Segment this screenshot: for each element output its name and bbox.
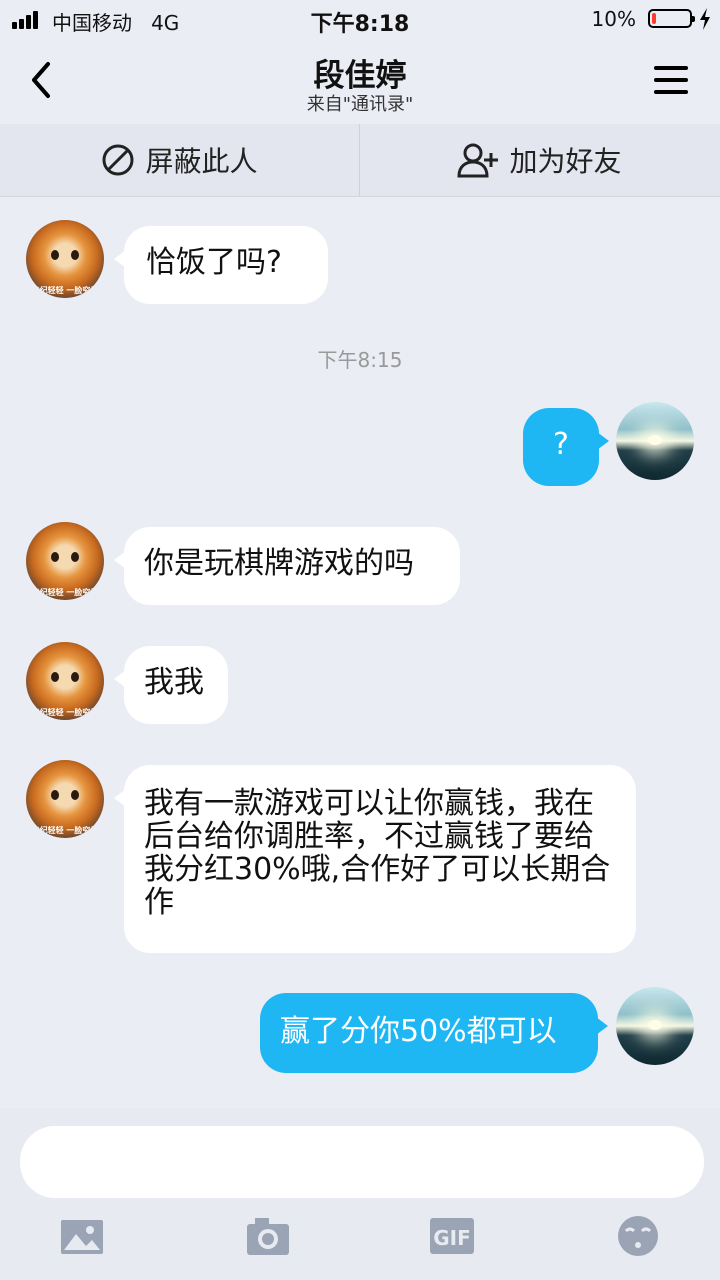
message-bubble-received[interactable]: 恰饭了吗? (114, 226, 328, 304)
message-bubble-received[interactable]: 我有一款游戏可以让你赢钱，我在后台给你调胜率，不过赢钱了要给我分红30%哦,合作… (114, 765, 636, 953)
message-bubble-sent[interactable]: ? (523, 408, 609, 486)
composer: GIF (0, 1108, 720, 1280)
avatar-caption: 年纪轻轻 一脸穷样 (31, 826, 99, 835)
contact-name: 段佳婷 (313, 58, 407, 94)
add-friend-button[interactable]: 加为好友 (360, 124, 719, 196)
image-icon[interactable] (60, 1216, 104, 1256)
avatar-caption: 年纪轻轻 一脸穷样 (31, 286, 99, 295)
add-friend-label: 加为好友 (509, 145, 622, 178)
contact-source: 来自"通讯录" (306, 94, 414, 115)
message-input[interactable] (20, 1126, 704, 1198)
contact-avatar[interactable]: 年纪轻轻 一脸穷样 (26, 642, 104, 720)
menu-icon[interactable] (654, 64, 690, 96)
camera-icon[interactable] (246, 1216, 290, 1256)
block-label: 屏蔽此人 (145, 145, 258, 178)
emoji-icon[interactable] (616, 1216, 660, 1256)
status-bar: 中国移动 4G 下午8:18 10% (0, 0, 720, 40)
contact-avatar[interactable]: 年纪轻轻 一脸穷样 (26, 220, 104, 298)
avatar-caption: 年纪轻轻 一脸穷样 (31, 708, 99, 717)
block-button[interactable]: 屏蔽此人 (0, 124, 360, 196)
block-icon (102, 144, 134, 176)
add-friend-icon (457, 143, 499, 178)
battery-level (652, 13, 656, 24)
battery-icon (648, 9, 695, 28)
chat-header: 段佳婷 来自"通讯录" (0, 40, 720, 124)
stranger-action-bar: 屏蔽此人 加为好友 (0, 124, 720, 197)
contact-avatar[interactable]: 年纪轻轻 一脸穷样 (26, 522, 104, 600)
message-bubble-received[interactable]: 你是玩棋牌游戏的吗 (114, 527, 460, 605)
avatar-caption: 年纪轻轻 一脸穷样 (31, 588, 99, 597)
my-avatar[interactable] (616, 987, 694, 1065)
battery-percent: 10% (591, 7, 636, 31)
contact-avatar[interactable]: 年纪轻轻 一脸穷样 (26, 760, 104, 838)
message-bubble-received[interactable]: 我我 (114, 646, 228, 724)
message-timestamp: 下午8:15 (317, 348, 403, 372)
charging-icon (700, 8, 710, 30)
message-bubble-sent[interactable]: 赢了分你50%都可以 (260, 993, 608, 1073)
gif-label: GIF (433, 1226, 471, 1250)
my-avatar[interactable] (616, 402, 694, 480)
gif-icon[interactable]: GIF (430, 1216, 474, 1256)
